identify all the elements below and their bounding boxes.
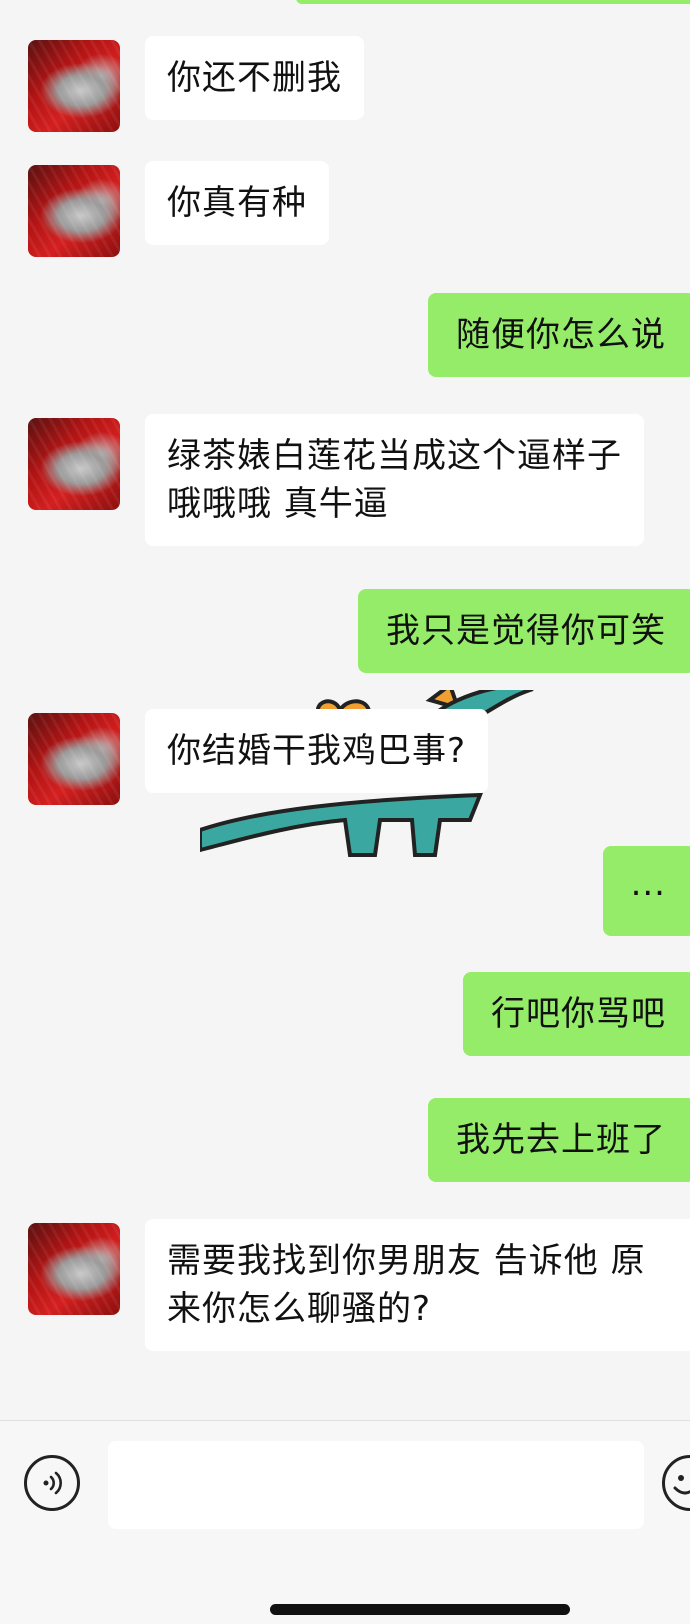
received-message-bubble[interactable]: 你还不删我 xyxy=(145,36,364,120)
sent-message-bubble[interactable]: 行吧你骂吧 xyxy=(463,972,690,1056)
sent-message-bubble[interactable]: 随便你怎么说 xyxy=(428,293,690,377)
message-text: 你真有种 xyxy=(167,183,307,223)
emoji-icon xyxy=(673,1475,690,1495)
sent-message-bubble[interactable]: 我只是觉得你可笑 xyxy=(358,589,690,673)
contact-avatar[interactable] xyxy=(28,1223,120,1315)
message-text: 随便你怎么说 xyxy=(456,315,666,355)
previous-message-bubble-edge xyxy=(296,0,690,4)
received-message-bubble[interactable]: 绿茶婊白莲花当成这个逼样子 哦哦哦 真牛逼 xyxy=(145,414,644,546)
sent-message-bubble[interactable]: ... xyxy=(602,846,690,936)
received-message-bubble[interactable]: 你结婚干我鸡巴事? xyxy=(145,709,489,793)
message-input[interactable] xyxy=(108,1441,644,1529)
message-text: 你结婚干我鸡巴事? xyxy=(167,731,467,771)
message-text: ... xyxy=(630,864,666,904)
message-text: 你还不删我 xyxy=(167,58,342,98)
message-text: 我只是觉得你可笑 xyxy=(386,611,666,651)
contact-avatar[interactable] xyxy=(28,418,120,510)
contact-avatar[interactable] xyxy=(28,165,120,257)
message-text: 行吧你骂吧 xyxy=(491,994,666,1034)
chat-message-list[interactable]: 你还不删我 你真有种 随便你怎么说 绿茶婊白莲花当成这个逼样子 哦哦哦 真牛逼 … xyxy=(0,0,690,1420)
voice-icon xyxy=(43,1471,62,1495)
input-bar xyxy=(0,1420,690,1624)
message-text-line: 绿茶婊白莲花当成这个逼样子 xyxy=(167,436,622,476)
voice-button[interactable] xyxy=(24,1455,80,1511)
received-message-bubble[interactable]: 需要我找到你男朋友 告诉他 原 来你怎么聊骚的? xyxy=(145,1219,690,1351)
contact-avatar[interactable] xyxy=(28,40,120,132)
received-message-bubble[interactable]: 你真有种 xyxy=(145,161,329,245)
message-text-line: 来你怎么聊骚的? xyxy=(167,1289,432,1329)
message-text-line: 需要我找到你男朋友 告诉他 原 xyxy=(167,1241,646,1281)
message-text-line: 哦哦哦 真牛逼 xyxy=(167,484,389,524)
contact-avatar[interactable] xyxy=(28,713,120,805)
emoji-button[interactable] xyxy=(662,1455,690,1511)
message-text: 我先去上班了 xyxy=(456,1120,666,1160)
sent-message-bubble[interactable]: 我先去上班了 xyxy=(428,1098,690,1182)
home-indicator[interactable] xyxy=(270,1604,570,1615)
